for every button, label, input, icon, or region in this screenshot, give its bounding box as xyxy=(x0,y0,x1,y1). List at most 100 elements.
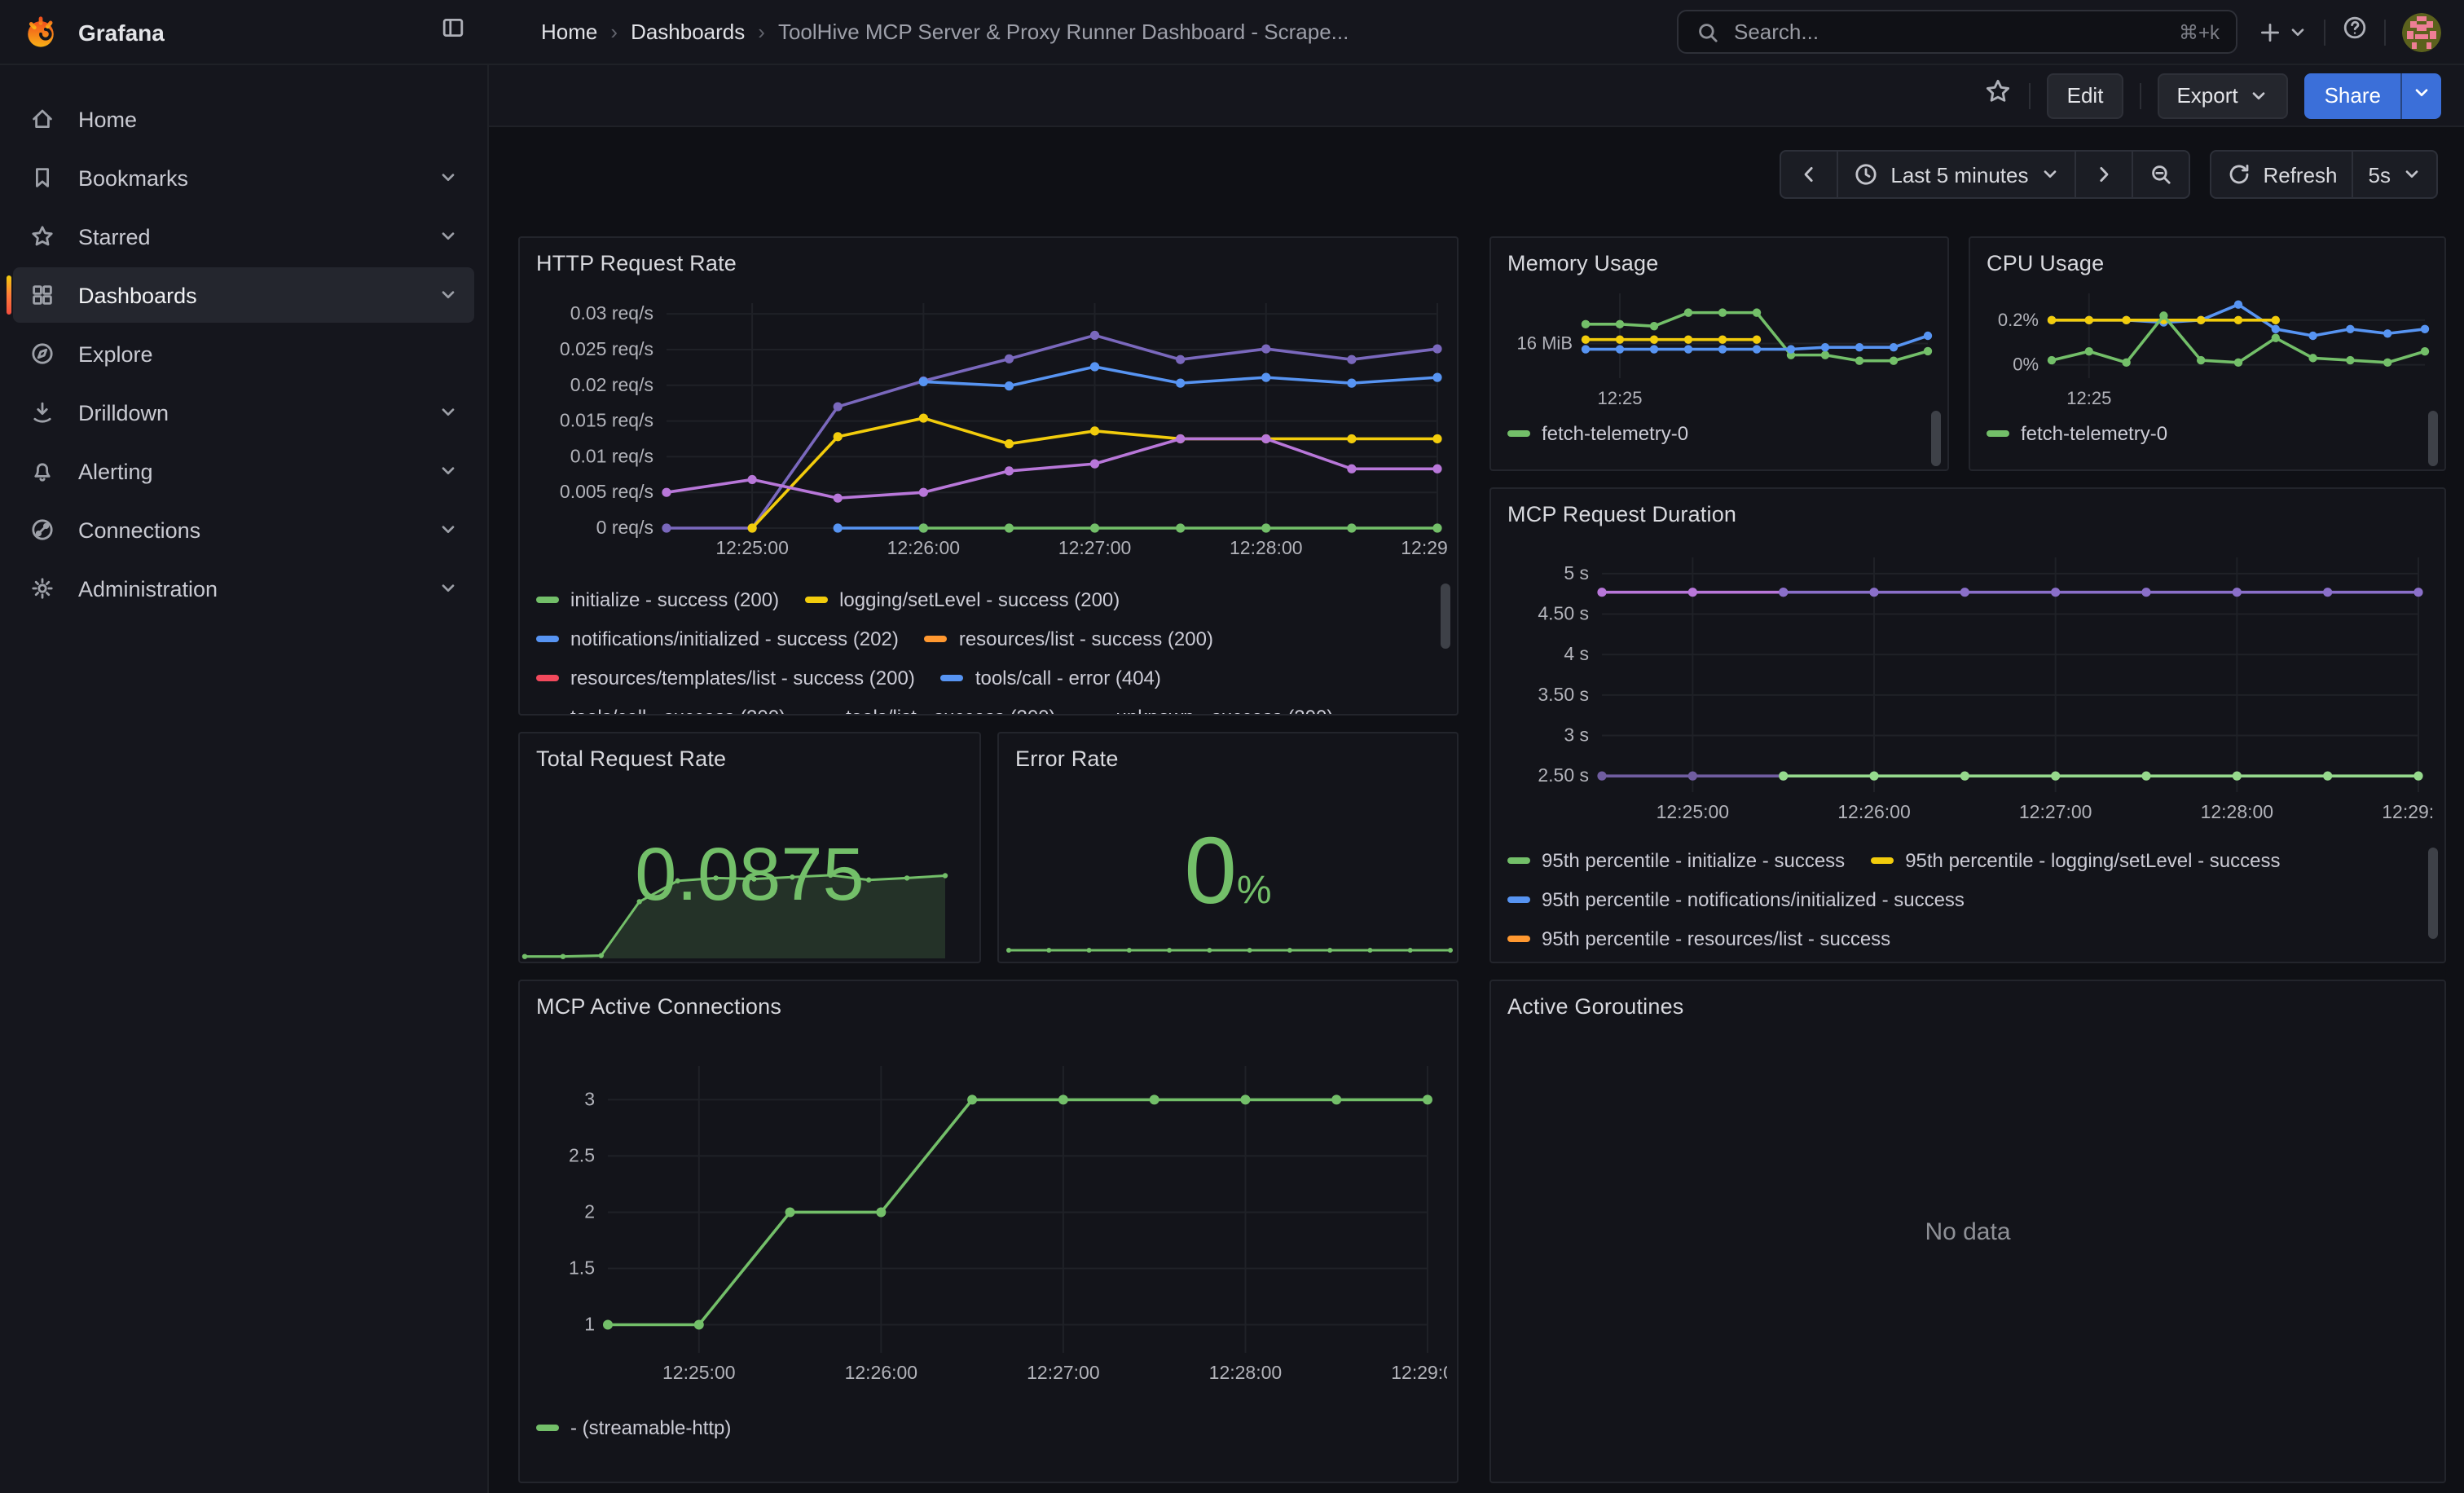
chevron-down-icon xyxy=(438,520,458,540)
panel-title[interactable]: Memory Usage xyxy=(1507,251,1658,275)
scrollbar-thumb[interactable] xyxy=(2428,411,2438,466)
zoom-out-button[interactable] xyxy=(2131,150,2189,199)
time-controls: Last 5 minutes Refresh 5s xyxy=(1780,150,2438,199)
chevron-down-icon xyxy=(438,168,458,187)
chevron-down-icon xyxy=(438,227,458,246)
legend-item[interactable]: logging/setLevel - success (200) xyxy=(805,588,1120,611)
legend-label: 95th percentile - logging/setLevel - suc… xyxy=(1905,849,2280,872)
search-input[interactable]: Search... ⌘+k xyxy=(1677,10,2237,54)
sidebar-item-starred[interactable]: Starred xyxy=(13,209,474,264)
plus-icon xyxy=(2257,19,2283,45)
svg-text:12:26:00: 12:26:00 xyxy=(887,537,961,558)
scrollbar-thumb[interactable] xyxy=(2428,848,2438,939)
sidebar-item-bookmarks[interactable]: Bookmarks xyxy=(13,150,474,205)
panel-title[interactable]: Error Rate xyxy=(1015,746,1119,771)
legend-label: resources/list - success (200) xyxy=(959,628,1213,650)
panel-title[interactable]: Active Goroutines xyxy=(1507,994,1684,1019)
export-button[interactable]: Export xyxy=(2157,73,2288,118)
legend-item[interactable]: 95th percentile - resources/list - succe… xyxy=(1507,927,1890,950)
legend-item[interactable]: tools/list - success (200) xyxy=(812,706,1055,714)
refresh-button[interactable]: Refresh xyxy=(2209,150,2353,199)
chevron-down-icon xyxy=(2039,165,2059,184)
panel-title[interactable]: CPU Usage xyxy=(1987,251,2104,275)
svg-text:0.005 req/s: 0.005 req/s xyxy=(560,481,653,502)
bell-icon xyxy=(29,458,55,484)
panel-active-goroutines: Active Goroutines No data xyxy=(1489,980,2446,1483)
share-dropdown-button[interactable] xyxy=(2400,73,2441,118)
time-range-picker[interactable]: Last 5 minutes xyxy=(1837,150,2075,199)
gear-icon xyxy=(29,575,55,601)
panel-error-rate: Error Rate 0% xyxy=(997,732,1459,963)
breadcrumb-home[interactable]: Home xyxy=(541,20,597,44)
legend-label: tools/call - error (404) xyxy=(975,667,1161,689)
legend-item[interactable]: notifications/initialized - success (202… xyxy=(536,628,899,650)
legend: fetch-telemetry-0 xyxy=(1987,414,2418,463)
sidebar-item-explore[interactable]: Explore xyxy=(13,326,474,381)
edit-button[interactable]: Edit xyxy=(2048,73,2123,118)
star-dashboard-button[interactable] xyxy=(1984,77,2013,114)
refresh-icon xyxy=(2225,161,2251,187)
sidebar-item-home[interactable]: Home xyxy=(13,91,474,147)
svg-text:12:26:00: 12:26:00 xyxy=(845,1362,918,1383)
sidebar-nav: HomeBookmarksStarredDashboardsExploreDri… xyxy=(0,65,489,1493)
sidebar-item-dashboards[interactable]: Dashboards xyxy=(13,267,474,323)
grafana-logo-icon[interactable] xyxy=(23,14,59,50)
legend-item[interactable]: - (streamable-http) xyxy=(536,1416,731,1439)
legend-item[interactable]: fetch-telemetry-0 xyxy=(1987,422,2167,445)
legend-item[interactable]: resources/templates/list - success (200) xyxy=(536,667,915,689)
scrollbar-thumb[interactable] xyxy=(1441,584,1450,649)
legend-item[interactable]: tools/call - success (200) xyxy=(536,706,785,714)
legend-item[interactable]: unknown - success (200) xyxy=(1082,706,1334,714)
legend-label: logging/setLevel - success (200) xyxy=(839,588,1120,611)
legend-item[interactable]: resources/list - success (200) xyxy=(925,628,1213,650)
panel-title[interactable]: Total Request Rate xyxy=(536,746,726,771)
sidebar-collapse-icon[interactable] xyxy=(440,15,466,49)
share-button[interactable]: Share xyxy=(2305,73,2400,118)
scrollbar-thumb[interactable] xyxy=(1931,411,1941,466)
dashboard-canvas: Last 5 minutes Refresh 5s HTTP Request R… xyxy=(489,127,2464,1493)
svg-text:12:25: 12:25 xyxy=(1597,388,1642,408)
panel-title[interactable]: HTTP Request Rate xyxy=(536,251,737,275)
refresh-interval-picker[interactable]: 5s xyxy=(2352,150,2438,199)
add-new-button[interactable] xyxy=(2257,19,2308,45)
legend-color-chip xyxy=(536,597,559,603)
svg-text:4 s: 4 s xyxy=(1564,643,1589,664)
chevron-down-icon xyxy=(2402,165,2422,184)
legend-item[interactable]: 95th percentile - logging/setLevel - suc… xyxy=(1871,849,2280,872)
chevron-down-icon xyxy=(2250,86,2269,105)
legend-item[interactable]: initialize - success (200) xyxy=(536,588,779,611)
sidebar-item-administration[interactable]: Administration xyxy=(13,561,474,616)
mcp-request-duration-chart: 12:25:0012:26:0012:27:0012:28:0012:29:00… xyxy=(1504,544,2435,831)
svg-text:12:25: 12:25 xyxy=(2066,388,2111,408)
svg-text:4.50 s: 4.50 s xyxy=(1538,603,1589,624)
legend-item[interactable]: 95th percentile - notifications/initiali… xyxy=(1507,888,1965,911)
user-avatar[interactable] xyxy=(2402,12,2441,51)
legend-color-chip xyxy=(1871,857,1894,864)
time-forward-button[interactable] xyxy=(2074,150,2132,199)
sidebar-item-drilldown[interactable]: Drilldown xyxy=(13,385,474,440)
panel-title[interactable]: MCP Request Duration xyxy=(1507,502,1736,526)
drilldown-icon xyxy=(29,399,55,425)
legend: initialize - success (200) logging/setLev… xyxy=(536,580,1431,714)
help-button[interactable] xyxy=(2342,15,2368,49)
svg-text:12:27:00: 12:27:00 xyxy=(1027,1362,1100,1383)
sidebar-item-alerting[interactable]: Alerting xyxy=(13,443,474,499)
legend-item[interactable]: 95th percentile - initialize - success xyxy=(1507,849,1845,872)
svg-text:0 req/s: 0 req/s xyxy=(596,517,653,538)
panel-title[interactable]: MCP Active Connections xyxy=(536,994,781,1019)
legend-label: 95th percentile - notifications/initiali… xyxy=(1542,888,1965,911)
breadcrumb-dashboards[interactable]: Dashboards xyxy=(631,20,745,44)
sidebar-item-connections[interactable]: Connections xyxy=(13,502,474,557)
panel-mcp-request-duration: MCP Request Duration 12:25:0012:26:0012:… xyxy=(1489,487,2446,963)
legend-item[interactable]: fetch-telemetry-0 xyxy=(1507,422,1688,445)
panel-cpu-usage: CPU Usage 12:250.2%0% fetch-telemetry-0 xyxy=(1969,236,2446,471)
header-left: Grafana xyxy=(0,14,489,50)
time-back-button[interactable] xyxy=(1780,150,1838,199)
legend-item[interactable]: tools/call - error (404) xyxy=(941,667,1161,689)
svg-text:5 s: 5 s xyxy=(1564,562,1589,584)
legend-label: 95th percentile - initialize - success xyxy=(1542,849,1845,872)
svg-text:2.5: 2.5 xyxy=(569,1144,595,1165)
chevron-down-icon xyxy=(2288,22,2308,42)
stat-value: 0% xyxy=(999,821,1457,942)
cpu-usage-chart: 12:250.2%0% xyxy=(1980,280,2438,411)
